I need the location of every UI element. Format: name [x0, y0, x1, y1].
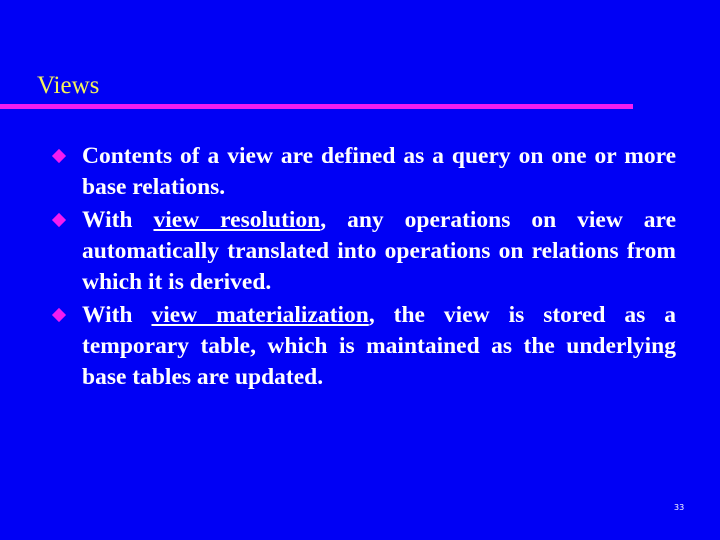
- diamond-bullet-icon: [51, 212, 67, 228]
- term-view-resolution: view resolution: [153, 207, 321, 233]
- bullet-list: Contents of a view are defined as a quer…: [51, 141, 676, 395]
- bullet-item: With view resolution, any operations on …: [51, 205, 676, 298]
- bullet-text: With: [82, 302, 152, 328]
- bullet-item: With view materialization, the view is s…: [51, 300, 676, 393]
- bullet-item: Contents of a view are defined as a quer…: [51, 141, 676, 203]
- bullet-text: Contents of a view are defined as a quer…: [82, 143, 676, 200]
- diamond-bullet-icon: [51, 148, 67, 164]
- term-view-materialization: view materialization: [151, 302, 369, 328]
- page-number: 33: [674, 503, 685, 512]
- slide-title: Views: [37, 72, 100, 99]
- bullet-text: With: [82, 207, 154, 233]
- diamond-bullet-icon: [51, 307, 67, 323]
- title-divider: [0, 104, 633, 109]
